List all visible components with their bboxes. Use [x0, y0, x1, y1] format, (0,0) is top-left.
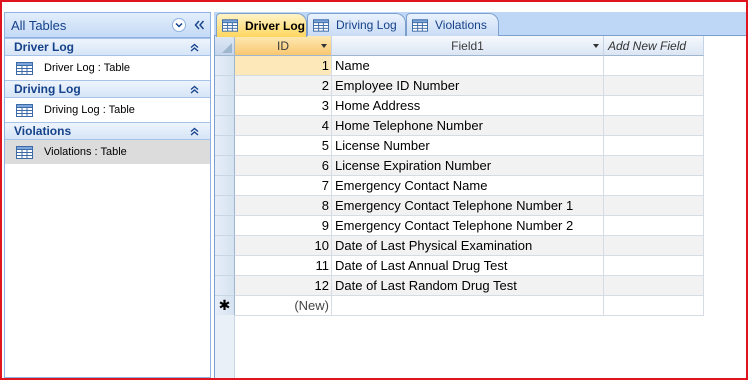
tab-driving-log[interactable]: Driving Log	[307, 13, 406, 36]
nav-groups: Driver Log Driver Log : Table Driving Log D…	[5, 38, 210, 164]
tab-driver-log[interactable]: Driver Log	[216, 13, 307, 37]
table-cell-field1[interactable]: Employee ID Number	[332, 76, 604, 96]
table-cell-field1[interactable]: License Number	[332, 136, 604, 156]
table-icon	[16, 145, 33, 159]
row-selector[interactable]	[215, 96, 235, 116]
table-cell-field1[interactable]: Name	[332, 56, 604, 76]
nav-group-header[interactable]: Violations	[5, 122, 210, 140]
tab-label: Violations	[435, 18, 487, 32]
tab-label: Driver Log	[245, 18, 306, 33]
table-cell-add-new-field[interactable]	[604, 236, 704, 256]
table-icon	[313, 18, 329, 32]
new-record-field1[interactable]	[332, 296, 604, 316]
chevron-down-icon[interactable]	[321, 44, 327, 48]
table-cell-field1[interactable]: Emergency Contact Telephone Number 1	[332, 196, 604, 216]
table-cell-id[interactable]: 11	[235, 256, 332, 276]
table-cell-add-new-field[interactable]	[604, 56, 704, 76]
table-cell-add-new-field[interactable]	[604, 276, 704, 296]
table-cell-id[interactable]: 10	[235, 236, 332, 256]
table-cell-add-new-field[interactable]	[604, 216, 704, 236]
nav-group-header[interactable]: Driver Log	[5, 38, 210, 56]
column-header-label: ID	[277, 38, 289, 53]
table-cell-field1[interactable]: Emergency Contact Name	[332, 176, 604, 196]
table-cell-id[interactable]: 6	[235, 156, 332, 176]
table-cell-field1[interactable]: Home Telephone Number	[332, 116, 604, 136]
nav-group-header[interactable]: Driving Log	[5, 80, 210, 98]
table-icon	[16, 61, 33, 75]
row-selector[interactable]	[215, 196, 235, 216]
nav-item-label: Driving Log : Table	[44, 104, 135, 116]
new-record-add-new-field[interactable]	[604, 296, 704, 316]
table-cell-add-new-field[interactable]	[604, 76, 704, 96]
row-selector[interactable]	[215, 256, 235, 276]
nav-item-label: Violations : Table	[44, 146, 127, 158]
document-tab-bar: Driver Log Driving Log Violations	[214, 12, 746, 37]
double-chevron-left-icon[interactable]	[192, 18, 206, 32]
table-cell-id[interactable]: 4	[235, 116, 332, 136]
table-cell-id[interactable]: 1	[235, 56, 332, 76]
nav-group-title: Driving Log	[14, 82, 81, 96]
table-cell-add-new-field[interactable]	[604, 196, 704, 216]
row-selector[interactable]	[215, 156, 235, 176]
table-cell-add-new-field[interactable]	[604, 156, 704, 176]
table-cell-id[interactable]: 12	[235, 276, 332, 296]
double-chevron-up-icon[interactable]	[187, 124, 201, 138]
chevron-down-icon[interactable]	[172, 18, 186, 32]
table-cell-id[interactable]: 7	[235, 176, 332, 196]
table-cell-add-new-field[interactable]	[604, 136, 704, 156]
row-selector[interactable]	[215, 216, 235, 236]
nav-group-title: Driver Log	[14, 40, 75, 54]
table-icon	[16, 103, 33, 117]
nav-group-title: Violations	[14, 124, 72, 138]
tab-violations[interactable]: Violations	[406, 13, 499, 36]
table-cell-id[interactable]: 9	[235, 216, 332, 236]
table-cell-id[interactable]: 3	[235, 96, 332, 116]
column-header-label: Field1	[451, 38, 484, 53]
table-cell-field1[interactable]: Emergency Contact Telephone Number 2	[332, 216, 604, 236]
table-cell-add-new-field[interactable]	[604, 176, 704, 196]
new-record-id[interactable]: (New)	[235, 296, 332, 316]
nav-title[interactable]: All Tables	[11, 18, 172, 33]
table-cell-add-new-field[interactable]	[604, 256, 704, 276]
row-selector-gutter	[215, 315, 235, 378]
row-selector[interactable]	[215, 116, 235, 136]
nav-item-label: Driver Log : Table	[44, 62, 131, 74]
table-cell-id[interactable]: 8	[235, 196, 332, 216]
table-cell-field1[interactable]: Date of Last Random Drug Test	[332, 276, 604, 296]
nav-item-table[interactable]: Violations : Table	[5, 140, 210, 164]
table-cell-add-new-field[interactable]	[604, 96, 704, 116]
column-header-label: Add New Field	[608, 38, 687, 53]
row-selector[interactable]	[215, 276, 235, 296]
double-chevron-up-icon[interactable]	[187, 82, 201, 96]
tab-label: Driving Log	[336, 18, 397, 32]
table-icon	[222, 19, 238, 32]
chevron-down-icon[interactable]	[593, 44, 599, 48]
column-header-add-new-field[interactable]: Add New Field	[604, 36, 704, 56]
nav-item-table[interactable]: Driving Log : Table	[5, 98, 210, 122]
row-selector[interactable]	[215, 56, 235, 76]
table-cell-field1[interactable]: Date of Last Annual Drug Test	[332, 256, 604, 276]
table-icon	[412, 18, 428, 32]
column-header-id[interactable]: ID	[235, 36, 332, 56]
new-record-marker[interactable]: ✱	[215, 296, 235, 316]
select-all-button[interactable]	[215, 36, 235, 56]
column-header-field1[interactable]: Field1	[332, 36, 604, 56]
double-chevron-up-icon[interactable]	[187, 40, 201, 54]
table-cell-field1[interactable]: License Expiration Number	[332, 156, 604, 176]
table-cell-field1[interactable]: Home Address	[332, 96, 604, 116]
datasheet: ID Field1 Add New Field 1 Name 2 Employee I…	[214, 36, 746, 378]
table-cell-id[interactable]: 2	[235, 76, 332, 96]
table-cell-add-new-field[interactable]	[604, 116, 704, 136]
navigation-pane: All Tables Driver Log Driver Log : Table D…	[4, 12, 211, 378]
table-cell-id[interactable]: 5	[235, 136, 332, 156]
nav-header: All Tables	[5, 13, 210, 38]
row-selector[interactable]	[215, 76, 235, 96]
row-selector[interactable]	[215, 236, 235, 256]
nav-item-table[interactable]: Driver Log : Table	[5, 56, 210, 80]
row-selector[interactable]	[215, 176, 235, 196]
row-selector[interactable]	[215, 136, 235, 156]
table-cell-field1[interactable]: Date of Last Physical Examination	[332, 236, 604, 256]
